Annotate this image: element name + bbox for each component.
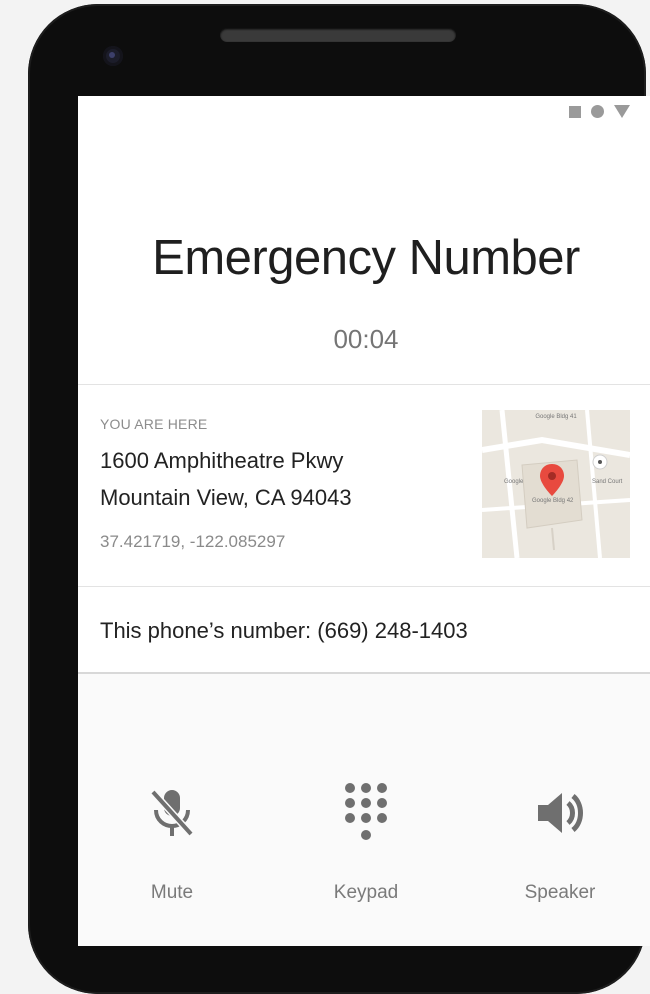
location-label: YOU ARE HERE xyxy=(100,416,208,432)
mute-label: Mute xyxy=(150,882,194,903)
map-thumbnail[interactable]: Google Bldg 41 Google Sand Court Google … xyxy=(482,410,630,558)
keypad-label: Keypad xyxy=(333,882,399,903)
speaker-icon xyxy=(538,793,583,833)
square-icon xyxy=(569,105,581,118)
call-title: Emergency Number xyxy=(152,231,580,285)
map-label-left: Google xyxy=(504,479,524,485)
address-line-2: Mountain View, CA 94043 xyxy=(100,485,352,510)
status-bar xyxy=(569,105,630,118)
map-label-right: Sand Court xyxy=(592,479,623,485)
map-label-top: Google Bldg 41 xyxy=(535,414,577,420)
address-line-1: 1600 Amphitheatre Pkwy xyxy=(100,448,344,473)
call-timer: 00:04 xyxy=(333,324,399,354)
speaker-label: Speaker xyxy=(524,882,596,903)
triangle-icon xyxy=(614,105,630,118)
earpiece-speaker xyxy=(220,28,456,42)
mute-button[interactable]: Mute xyxy=(112,778,232,904)
map-label-bottom: Google Bldg 42 xyxy=(532,498,574,504)
front-camera xyxy=(103,46,123,66)
screen: Emergency Number 00:04 YOU ARE HERE 1600… xyxy=(78,96,650,946)
coordinates: 37.421719, -122.085297 xyxy=(100,532,286,551)
phone-number: This phone’s number: (669) 248-1403 xyxy=(100,618,468,643)
call-controls-panel: Mute Keypad Speaker xyxy=(78,674,650,946)
circle-icon xyxy=(591,105,604,118)
location-card: YOU ARE HERE 1600 Amphitheatre Pkwy Moun… xyxy=(78,386,650,586)
dialpad-icon xyxy=(345,783,387,840)
map-graphic: Google Bldg 41 Google Sand Court Google … xyxy=(482,410,630,558)
speaker-button[interactable]: Speaker xyxy=(500,778,620,904)
keypad-button[interactable]: Keypad xyxy=(306,778,426,904)
mute-microphone-icon xyxy=(150,789,194,837)
divider xyxy=(78,384,650,385)
phone-frame: Emergency Number 00:04 YOU ARE HERE 1600… xyxy=(28,4,650,994)
divider xyxy=(78,586,650,587)
